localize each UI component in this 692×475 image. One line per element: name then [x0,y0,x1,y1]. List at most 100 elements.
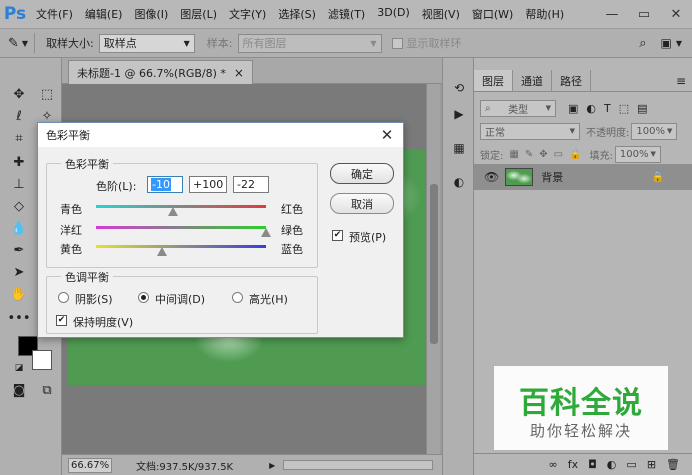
properties-panel-icon[interactable]: ▦ [449,138,469,158]
default-colors-icon[interactable]: ◪ [8,358,30,378]
ok-button[interactable]: 确定 [330,163,394,184]
new-layer-icon[interactable]: ⊞ [647,458,656,471]
workspace-icon[interactable]: ▣ [661,36,672,50]
status-menu-arrow-icon[interactable]: ▶ [269,461,275,470]
background-color-swatch[interactable] [32,350,52,370]
delete-layer-icon[interactable]: 🗑 [666,458,680,471]
layer-style-icon[interactable]: fx [568,458,578,471]
slider-left-label: 洋红 [60,224,82,237]
minimize-button[interactable]: — [596,7,628,22]
cyan-red-level-input[interactable]: -10 [147,176,183,193]
menu-item[interactable]: 选择(S) [272,6,322,22]
lock-position-icon[interactable]: ✥ [539,149,547,160]
eyedropper-tool-icon[interactable]: ✎ [8,36,19,51]
history-panel-icon[interactable]: ⟲ [449,78,469,98]
chevron-down-icon[interactable]: ▼ [676,39,682,48]
midtones-radio[interactable] [138,292,149,303]
filter-adjustment-icon[interactable]: ◐ [586,102,596,115]
close-button[interactable]: ✕ [660,7,692,22]
layer-thumbnail [505,168,534,186]
menu-item[interactable]: 滤镜(T) [322,6,371,22]
horizontal-scrollbar[interactable] [283,460,434,470]
add-mask-icon[interactable]: ◘ [588,458,597,471]
quick-mask-icon[interactable]: ◙ [8,380,30,400]
shadows-radio[interactable] [58,292,69,303]
slider-thumb[interactable] [167,207,178,216]
slider-thumb[interactable] [157,247,168,256]
menu-item[interactable]: 帮助(H) [519,6,570,22]
link-layers-icon[interactable]: ∞ [549,458,558,471]
menu-item[interactable]: 编辑(E) [79,6,129,22]
search-icon[interactable]: ⌕ [639,36,646,51]
dialog-title: 色彩平衡 [46,129,90,142]
lock-transparent-icon[interactable]: ▦ [509,149,518,160]
close-tab-icon[interactable]: × [234,66,244,80]
sample-size-select[interactable]: 取样点 ▼ [98,33,195,53]
blur-tool-icon[interactable]: 💧 [8,218,30,238]
layer-filter-select[interactable]: ⌕ 类型 ▼ [480,99,556,117]
vertical-scrollbar[interactable] [426,84,440,454]
zoom-field[interactable]: 66.67% [68,457,112,473]
yellow-blue-slider[interactable] [96,245,266,248]
crop-tool-icon[interactable]: ⌗ [8,128,30,148]
filter-type-icon[interactable]: T [604,102,611,115]
lock-artboard-icon[interactable]: ▭ [554,149,563,160]
menu-item[interactable]: 图层(L) [174,6,223,22]
sample-select[interactable]: 所有图层 ▼ [237,33,382,53]
menu-item[interactable]: 3D(D) [371,6,416,22]
more-tools-icon[interactable]: ••• [8,308,31,328]
menu-item[interactable]: 窗口(W) [466,6,519,22]
menu-item[interactable]: 文字(Y) [223,6,272,22]
scrollbar-thumb[interactable] [430,184,438,344]
tab-channels[interactable]: 通道 [513,70,552,91]
tab-paths[interactable]: 路径 [552,70,591,91]
filter-shape-icon[interactable]: ⬚ [619,102,629,115]
lasso-tool-icon[interactable]: ℓ [8,106,30,126]
filter-pixel-icon[interactable]: ▣ [568,102,578,115]
lock-label: 锁定: [480,150,504,162]
sample-label: 样本: [206,37,233,50]
lock-all-icon[interactable]: 🔒 [569,149,581,160]
blend-mode-select[interactable]: 正常 ▼ [480,122,580,140]
hand-tool-icon[interactable]: ✋ [8,284,30,304]
path-selection-tool-icon[interactable]: ➤ [8,262,30,282]
cyan-red-slider[interactable] [96,205,266,208]
eye-icon[interactable]: 👁 [484,170,499,184]
fill-field[interactable]: 100% ▼ [614,145,661,163]
preserve-luminosity-checkbox[interactable]: ✔ [56,315,67,326]
actions-play-icon[interactable]: ▶ [449,104,469,124]
screen-mode-icon[interactable]: ⧉ [36,380,58,400]
eraser-tool-icon[interactable]: ◇ [8,196,30,216]
show-ring-checkbox[interactable] [391,37,403,49]
preview-checkbox[interactable]: ✔ [332,230,343,241]
slider-thumb[interactable] [261,228,271,237]
healing-brush-tool-icon[interactable]: ✚ [8,152,30,172]
lock-pixels-icon[interactable]: ✎ [525,149,533,160]
highlights-label: 高光(H) [249,293,288,306]
new-adjustment-layer-icon[interactable]: ◐ [607,458,617,471]
filter-smart-object-icon[interactable]: ▤ [637,102,647,115]
panel-menu-icon[interactable]: ≡ [676,70,692,91]
tab-layers[interactable]: 图层 [474,70,513,91]
marquee-tool-icon[interactable]: ⬚ [36,84,58,104]
layer-row[interactable]: 👁 背景 🔒 [474,164,692,190]
yellow-blue-level-input[interactable]: -22 [233,176,269,193]
tool-preset-chevron-icon[interactable]: ▼ [22,39,28,48]
menu-item[interactable]: 图像(I) [128,6,174,22]
layer-name[interactable]: 背景 [541,169,563,185]
restore-button[interactable]: ▭ [628,7,660,22]
move-tool-icon[interactable]: ✥ [8,84,30,104]
close-icon[interactable]: ✕ [377,125,397,145]
adjustments-panel-icon[interactable]: ◐ [449,172,469,192]
highlights-radio[interactable] [232,292,243,303]
magenta-green-level-input[interactable]: +100 [189,176,227,193]
menu-item[interactable]: 文件(F) [30,6,79,22]
cancel-button[interactable]: 取消 [330,193,394,214]
new-group-icon[interactable]: ▭ [626,458,636,471]
opacity-field[interactable]: 100% ▼ [631,122,678,140]
document-tab[interactable]: 未标题-1 @ 66.7%(RGB/8) * × [68,60,253,84]
pen-tool-icon[interactable]: ✒ [8,240,30,260]
clone-stamp-tool-icon[interactable]: ⊥ [8,174,30,194]
menu-item[interactable]: 视图(V) [416,6,466,22]
magenta-green-slider[interactable] [96,226,266,229]
